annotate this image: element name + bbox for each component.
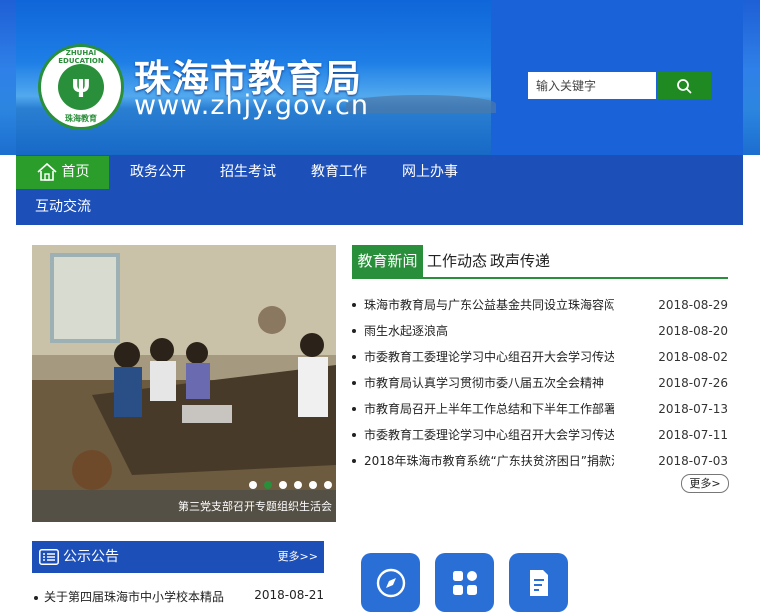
nav-item-interaction[interactable]: 互动交流 (22, 191, 104, 224)
emblem-top-text: ZHUHAI EDUCATION (58, 49, 104, 65)
tabs-underline (352, 277, 728, 279)
search-button[interactable] (657, 72, 711, 99)
news-title[interactable]: 市委教育工委理论学习中心组召开大会学习传达学习市委八届 (364, 344, 614, 370)
news-title[interactable]: 市委教育工委理论学习中心组召开大会学习传达学习省委十二 (364, 422, 614, 448)
emblem-bottom-text: 珠海教育 (65, 114, 97, 123)
notice-header: 公示公告 更多>> (32, 541, 324, 573)
news-date: 2018-07-03 (658, 454, 728, 468)
edit-document-icon (530, 570, 548, 596)
nav-item-education-work[interactable]: 教育工作 (298, 156, 380, 189)
news-more-button[interactable]: 更多> (681, 474, 729, 493)
logo-emblem-icon[interactable]: ZHUHAI EDUCATION ψ 珠海教育 (38, 44, 124, 130)
tab-education-news[interactable]: 教育新闻 (352, 245, 423, 277)
nav-item-label: 首页 (61, 164, 90, 180)
list-item: 市教育局认真学习贯彻市委八届五次全会精神 2018-07-26 (352, 370, 728, 396)
news-date: 2018-07-11 (658, 428, 728, 442)
notice-title: 公示公告 (63, 549, 119, 565)
news-title[interactable]: 珠海市教育局与广东公益基金共同设立珠海容闳教育基金 (364, 292, 614, 318)
notice-item-title[interactable]: 关于第四届珠海市中小学校本精品课程201 (44, 588, 224, 605)
news-date: 2018-07-13 (658, 402, 728, 416)
list-item: 2018年珠海市教育系统“广东扶贫济困日”捐款活动踊跃 2018-07-03 (352, 448, 728, 474)
news-date: 2018-08-29 (658, 298, 728, 312)
slider-dot[interactable] (294, 481, 302, 489)
news-slider[interactable]: 第三党支部召开专题组织生活会 (32, 245, 336, 522)
news-title[interactable]: 雨生水起逐浪高 (364, 318, 614, 344)
list-item: 市委教育工委理论学习中心组召开大会学习传达学习市委八届 2018-08-02 (352, 344, 728, 370)
list-item: 珠海市教育局与广东公益基金共同设立珠海容闳教育基金 2018-08-29 (352, 292, 728, 318)
list-item: 关于第四届珠海市中小学校本精品课程201 2018-08-21 (32, 588, 324, 608)
slider-dot[interactable] (309, 481, 317, 489)
list-item: 市教育局召开上半年工作总结和下半年工作部署会议 2018-07-13 (352, 396, 728, 422)
news-title[interactable]: 市教育局认真学习贯彻市委八届五次全会精神 (364, 370, 614, 396)
list-item: 市委教育工委理论学习中心组召开大会学习传达学习省委十二 2018-07-11 (352, 422, 728, 448)
nav-item-online-service[interactable]: 网上办事 (389, 156, 471, 189)
search-icon (677, 78, 692, 93)
nav-item-government[interactable]: 政务公开 (118, 156, 198, 189)
news-list: 珠海市教育局与广东公益基金共同设立珠海容闳教育基金 2018-08-29 雨生水起… (352, 292, 728, 474)
news-title[interactable]: 2018年珠海市教育系统“广东扶贫济困日”捐款活动踊跃 (364, 448, 614, 474)
news-title[interactable]: 市教育局召开上半年工作总结和下半年工作部署会议 (364, 396, 614, 422)
tab-policy-voice[interactable]: 政声传递 (490, 245, 550, 277)
home-icon (36, 162, 57, 181)
apps-grid-icon (453, 571, 477, 595)
list-item: 雨生水起逐浪高 2018-08-20 (352, 318, 728, 344)
search-input[interactable] (528, 72, 656, 99)
slider-dot[interactable] (279, 481, 287, 489)
service-tile-apps[interactable] (435, 553, 494, 612)
notice-list-icon (39, 549, 59, 565)
service-tile-edit[interactable] (509, 553, 568, 612)
slider-dot[interactable] (324, 481, 332, 489)
notice-more-link[interactable]: 更多>> (278, 541, 318, 573)
slider-dots (249, 481, 332, 489)
news-date: 2018-08-20 (658, 324, 728, 338)
main-nav: 首页 政务公开 招生考试 教育工作 网上办事 互动交流 (16, 155, 743, 225)
site-url: www.zhjy.gov.cn (134, 90, 369, 121)
nav-item-home[interactable]: 首页 (16, 156, 109, 189)
nav-item-admissions[interactable]: 招生考试 (207, 156, 289, 189)
compass-icon (376, 568, 406, 598)
service-tile-compass[interactable] (361, 553, 420, 612)
news-date: 2018-07-26 (658, 376, 728, 390)
slider-caption[interactable]: 第三党支部召开专题组织生活会 (178, 498, 332, 514)
site-header: ZHUHAI EDUCATION ψ 珠海教育 珠海市教育局 www.zhjy.… (0, 0, 760, 155)
slider-dot[interactable] (249, 481, 257, 489)
slider-dot-active[interactable] (264, 481, 272, 489)
tab-work-updates[interactable]: 工作动态 (425, 245, 489, 277)
news-tabs: 教育新闻 工作动态 政声传递 (352, 245, 728, 277)
news-date: 2018-08-02 (658, 350, 728, 364)
